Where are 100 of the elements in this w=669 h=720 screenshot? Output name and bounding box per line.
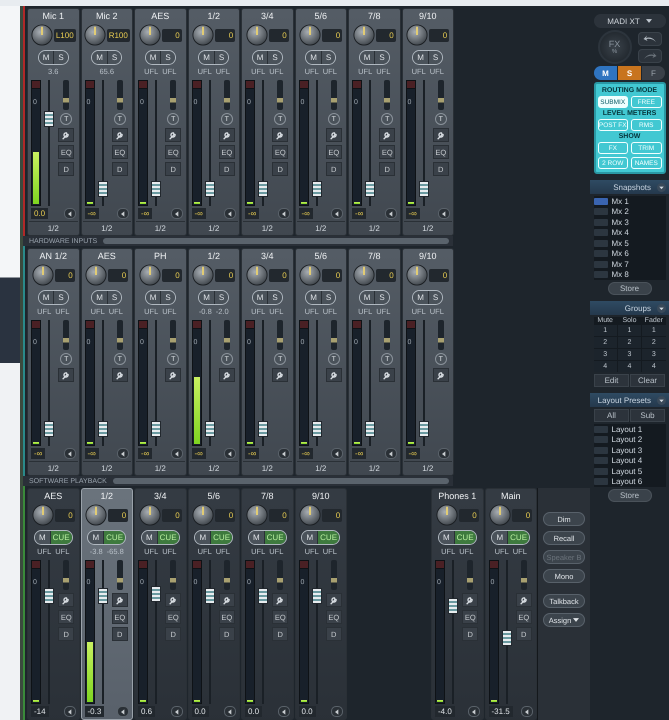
trim-slider[interactable] — [116, 560, 123, 590]
expand-button[interactable] — [438, 208, 450, 219]
settings-button[interactable] — [516, 593, 532, 607]
settings-button[interactable] — [112, 368, 128, 382]
expand-button[interactable] — [278, 208, 290, 219]
solo-button[interactable]: S — [106, 291, 122, 304]
group-action-button[interactable]: Clear — [630, 374, 665, 387]
knob[interactable] — [192, 24, 214, 46]
routing-label[interactable]: 1/2 — [29, 221, 78, 235]
mute-button[interactable]: M — [146, 291, 160, 304]
solo-button[interactable]: S — [428, 291, 442, 304]
cue-button[interactable]: CUE — [156, 531, 179, 544]
mode-toggle[interactable]: F — [642, 66, 665, 80]
fader-thumb[interactable] — [312, 181, 322, 198]
solo-button[interactable]: S — [428, 51, 442, 64]
mute-button[interactable]: M — [413, 291, 428, 304]
knob[interactable] — [138, 24, 161, 46]
layout-tab[interactable]: All — [594, 409, 629, 422]
layout-item[interactable]: Layout 1 — [594, 424, 666, 434]
knob[interactable] — [406, 24, 428, 46]
expand-button[interactable] — [117, 706, 129, 717]
snapshot-item[interactable]: Mx 2 — [594, 206, 666, 217]
trim-slider[interactable] — [224, 560, 230, 590]
solo-button[interactable]: S — [160, 51, 175, 64]
snapshot-item[interactable]: Mx 1 — [594, 196, 666, 206]
expand-button[interactable] — [64, 706, 76, 717]
knob[interactable] — [30, 24, 53, 46]
redo-button[interactable] — [638, 48, 662, 62]
solo-button[interactable]: S — [267, 51, 282, 64]
cue-button[interactable]: CUE — [317, 531, 340, 544]
fader-thumb[interactable] — [312, 588, 322, 604]
expand-button[interactable] — [224, 706, 236, 717]
layout-item[interactable]: Layout 2 — [594, 434, 666, 445]
fader-thumb[interactable] — [258, 588, 268, 604]
mute-button[interactable]: M — [360, 51, 374, 64]
panel-header[interactable]: Groups — [590, 301, 669, 315]
cue-button[interactable]: CUE — [103, 531, 126, 544]
routing-label[interactable]: 1/2 — [350, 221, 398, 235]
scrollbar[interactable] — [112, 478, 449, 484]
expand-button[interactable] — [64, 448, 76, 459]
trim-slider[interactable] — [520, 560, 527, 590]
expand-button[interactable] — [117, 208, 129, 219]
trim-slider[interactable] — [438, 320, 444, 350]
knob[interactable] — [352, 24, 375, 46]
settings-button[interactable] — [58, 368, 74, 382]
layout-tab[interactable]: Sub — [630, 409, 665, 422]
trim-slider[interactable] — [277, 320, 284, 350]
fader-thumb[interactable] — [312, 421, 322, 438]
trim-slider[interactable] — [63, 80, 70, 110]
settings-button[interactable] — [272, 368, 288, 382]
mute-button[interactable]: M — [306, 291, 321, 304]
expand-button[interactable] — [170, 448, 182, 459]
routing-label[interactable]: 1/2 — [190, 221, 238, 235]
settings-button[interactable] — [326, 128, 342, 142]
trim-slider[interactable] — [330, 80, 337, 110]
mode-toggle[interactable]: S — [618, 66, 641, 80]
cue-button[interactable]: CUE — [264, 531, 286, 544]
expand-button[interactable] — [468, 706, 480, 717]
routing-label[interactable]: 1/2 — [190, 461, 238, 475]
knob[interactable] — [246, 24, 268, 46]
trim-slider[interactable] — [330, 560, 337, 590]
layout-item[interactable]: Layout 3 — [594, 445, 666, 456]
solo-button[interactable]: S — [214, 291, 228, 304]
settings-button[interactable] — [165, 593, 182, 607]
routing-label[interactable]: 1/2 — [82, 221, 131, 235]
fader-thumb[interactable] — [502, 630, 512, 646]
panel-header[interactable]: Layout Presets — [590, 393, 669, 407]
settings-button[interactable] — [112, 593, 128, 607]
solo-button[interactable]: S — [53, 51, 68, 64]
trim-slider[interactable] — [170, 80, 176, 110]
snapshot-item[interactable]: Mx 4 — [594, 228, 666, 238]
routing-label[interactable]: 1/2 — [82, 461, 131, 475]
store-button[interactable]: Store — [608, 282, 652, 295]
fader-thumb[interactable] — [258, 181, 268, 198]
routing-label[interactable]: 1/2 — [136, 221, 184, 235]
cue-button[interactable]: CUE — [50, 531, 72, 544]
settings-button[interactable] — [218, 593, 235, 607]
fader-thumb[interactable] — [151, 586, 161, 602]
knob[interactable] — [246, 264, 268, 286]
expand-button[interactable] — [170, 706, 182, 717]
mute-button[interactable]: M — [302, 531, 318, 544]
knob[interactable] — [299, 264, 322, 286]
settings-button[interactable] — [272, 128, 288, 142]
fader-thumb[interactable] — [44, 421, 54, 438]
fader-thumb[interactable] — [204, 588, 214, 604]
expand-button[interactable] — [170, 208, 182, 219]
mute-button[interactable]: M — [142, 531, 157, 544]
trim-slider[interactable] — [116, 320, 123, 350]
settings-button[interactable] — [58, 593, 74, 607]
settings-button[interactable] — [272, 593, 288, 607]
routing-label[interactable]: 1/2 — [404, 461, 452, 475]
solo-button[interactable]: S — [374, 291, 389, 304]
device-selector[interactable]: MADI XT — [594, 14, 666, 28]
mute-button[interactable]: M — [199, 51, 214, 64]
knob[interactable] — [436, 504, 458, 526]
knob[interactable] — [32, 504, 54, 526]
routing-label[interactable]: 1/2 — [404, 221, 452, 235]
layout-item[interactable]: Layout 5 — [594, 466, 666, 476]
knob[interactable] — [246, 504, 268, 526]
trim-slider[interactable] — [277, 560, 284, 590]
